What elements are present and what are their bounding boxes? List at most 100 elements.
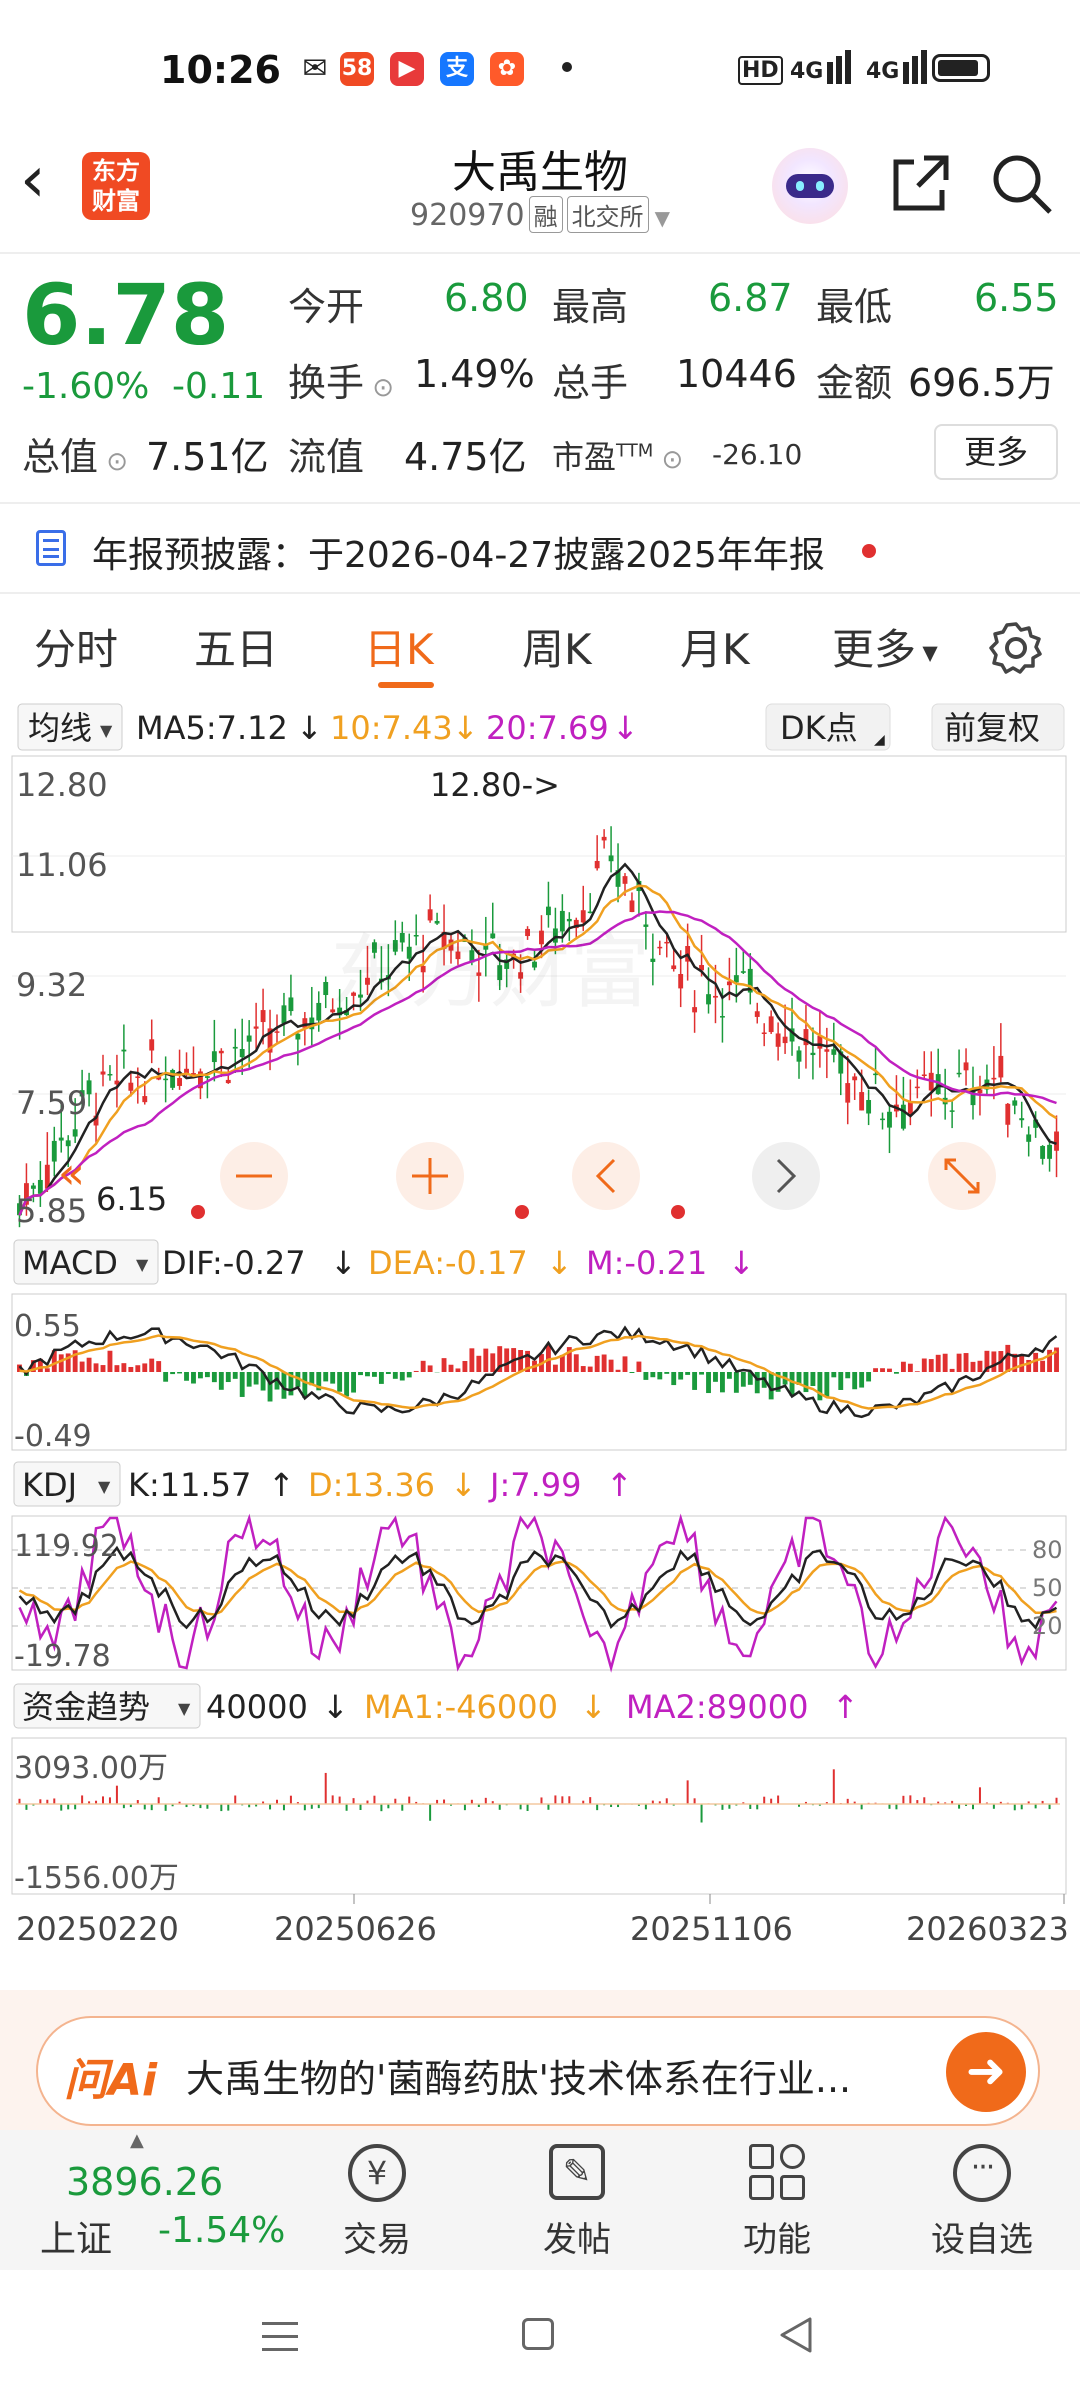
tab-more[interactable]: 更多 ▼ — [832, 616, 938, 677]
candle-body — [72, 1129, 78, 1137]
fullscreen-button[interactable] — [928, 1142, 996, 1210]
candle-body — [253, 1026, 259, 1029]
candle-body — [316, 1002, 322, 1021]
candle-body — [817, 1035, 823, 1049]
axis-label: 3093.00万 — [14, 1751, 168, 1786]
scroll-right-button[interactable] — [752, 1142, 820, 1210]
tab-monthly-k[interactable]: 月K — [680, 616, 750, 677]
dea-line — [19, 1334, 1058, 1410]
period-tabs: 分时 五日 日K 周K 月K 更多 ▼ — [0, 616, 1080, 696]
scroll-left-button[interactable] — [572, 1142, 640, 1210]
fund-value: 40000 — [206, 1688, 308, 1726]
dropdown-icon: ▼ — [136, 1255, 149, 1274]
candle-body — [768, 1016, 774, 1033]
ma20-arrow: ↓ — [612, 709, 639, 747]
up-caret-icon: ▲ — [130, 2130, 144, 2151]
alipay-icon: 支 — [440, 52, 474, 86]
ai-question-bar[interactable]: 问Ai 大禹生物的'菌酶药肽'技术体系在行业... ➜ — [36, 2016, 1040, 2126]
candle-body — [218, 1050, 224, 1054]
event-dot[interactable] — [515, 1205, 529, 1219]
event-dot[interactable] — [191, 1205, 205, 1219]
candle-body — [427, 909, 433, 921]
nav-label: 交易 — [343, 2220, 411, 2260]
kline-chart[interactable]: 均线 ▼ MA5:7.12 ↓ 10:7.43 ↓ 20:7.69 ↓ DK点 … — [0, 700, 1080, 1990]
candle-body — [1054, 1131, 1059, 1151]
candle-body — [142, 1096, 148, 1103]
ma10-label: 10:7.43 — [330, 709, 453, 747]
more-button[interactable]: 更多 — [934, 424, 1058, 480]
candle-body — [949, 1110, 955, 1112]
index-change: -1.54% — [158, 2210, 286, 2251]
back-nav-icon[interactable] — [778, 2316, 814, 2358]
volume-label: 总手 — [552, 361, 629, 405]
candle-body — [740, 971, 746, 973]
candle-body — [1005, 1103, 1011, 1125]
nav-post[interactable]: ✎ 发帖 — [522, 2130, 632, 2270]
tab-wuri[interactable]: 五日 — [194, 616, 278, 677]
settings-icon[interactable] — [988, 620, 1044, 680]
zoom-in-button[interactable] — [396, 1142, 464, 1210]
volume-value: 10446 — [676, 352, 797, 396]
candle-body — [671, 965, 677, 970]
kline-candles — [17, 826, 1059, 1228]
dropdown-icon[interactable]: ▼ — [655, 206, 670, 230]
robot-avatar[interactable] — [772, 148, 848, 224]
axis-label: 12.80 — [16, 766, 108, 804]
info-icon[interactable]: ⊙ — [364, 373, 394, 403]
candle-body — [963, 1062, 969, 1071]
candle-body — [914, 1086, 920, 1089]
nav-label: 发帖 — [543, 2220, 611, 2260]
macd-dif-arrow: ↓ — [330, 1244, 357, 1282]
zoom-left-control[interactable]: « — [58, 1148, 85, 1199]
event-dot[interactable] — [671, 1205, 685, 1219]
info-icon[interactable]: ⊙ — [98, 447, 128, 477]
search-icon[interactable] — [990, 152, 1054, 220]
candle-body — [232, 1046, 238, 1049]
send-arrow-button[interactable]: ➜ — [946, 2032, 1026, 2112]
candle-body — [121, 1049, 127, 1052]
candle-body — [177, 1078, 182, 1086]
menu-icon[interactable] — [262, 2322, 298, 2351]
candle-body — [51, 1140, 57, 1162]
index-ticker[interactable]: ▲ 3896.26 上证 -1.54% — [30, 2130, 290, 2270]
tab-weekly-k[interactable]: 周K — [522, 616, 592, 677]
hd-icon: HD — [738, 56, 783, 85]
axis-label: 9.32 — [16, 966, 87, 1004]
candle-body — [998, 1055, 1004, 1078]
tab-fenshi[interactable]: 分时 — [34, 616, 118, 677]
fund-value-arrow: ↓ — [322, 1688, 349, 1726]
max-price-label: 12.80-> — [430, 766, 560, 804]
candle-body — [866, 1100, 872, 1114]
kdj-j: J:7.99 — [488, 1466, 581, 1504]
dropdown-icon: ▼ — [916, 640, 938, 665]
candle-body — [546, 906, 551, 916]
mktcap-value: 7.51亿 — [146, 435, 269, 479]
info-icon[interactable]: ⊙ — [653, 445, 683, 475]
bottom-nav: ▲ 3896.26 上证 -1.54% ¥ 交易 ✎ 发帖 功能 ··· 设自选 — [0, 2130, 1080, 2270]
change-value: -0.11 — [172, 366, 266, 407]
fund-plot — [16, 1769, 1060, 1823]
nav-trade[interactable]: ¥ 交易 — [322, 2130, 432, 2270]
zoom-out-button[interactable] — [220, 1142, 288, 1210]
ai-logo: 问Ai — [64, 2055, 158, 2106]
ai-question-text: 大禹生物的'菌酶药肽'技术体系在行业... — [186, 2057, 852, 2101]
nav-functions[interactable]: 功能 — [722, 2130, 832, 2270]
ma20-label: 20:7.69 — [486, 709, 609, 747]
home-icon[interactable] — [522, 2318, 554, 2350]
nav-add-watchlist[interactable]: ··· 设自选 — [912, 2130, 1052, 2270]
status-time: 10:26 — [160, 48, 281, 92]
system-nav — [0, 2270, 1080, 2400]
dif-line — [18, 1325, 1058, 1419]
kdj-k-arrow: ↑ — [268, 1466, 295, 1504]
candle-body — [720, 1016, 725, 1018]
active-tab-indicator — [378, 682, 434, 688]
amount-label: 金额 — [816, 361, 893, 405]
candle-body — [921, 1074, 927, 1077]
tab-daily-k[interactable]: 日K — [364, 616, 434, 677]
annual-report-notice[interactable]: 年报预披露：于2026-04-27披露2025年年报 — [0, 504, 1080, 592]
share-icon[interactable] — [888, 152, 952, 220]
axis-label: 80 — [1032, 1536, 1063, 1564]
open-label: 今开 — [288, 285, 365, 329]
candle-body — [664, 941, 670, 944]
nav-label: 功能 — [743, 2220, 811, 2260]
